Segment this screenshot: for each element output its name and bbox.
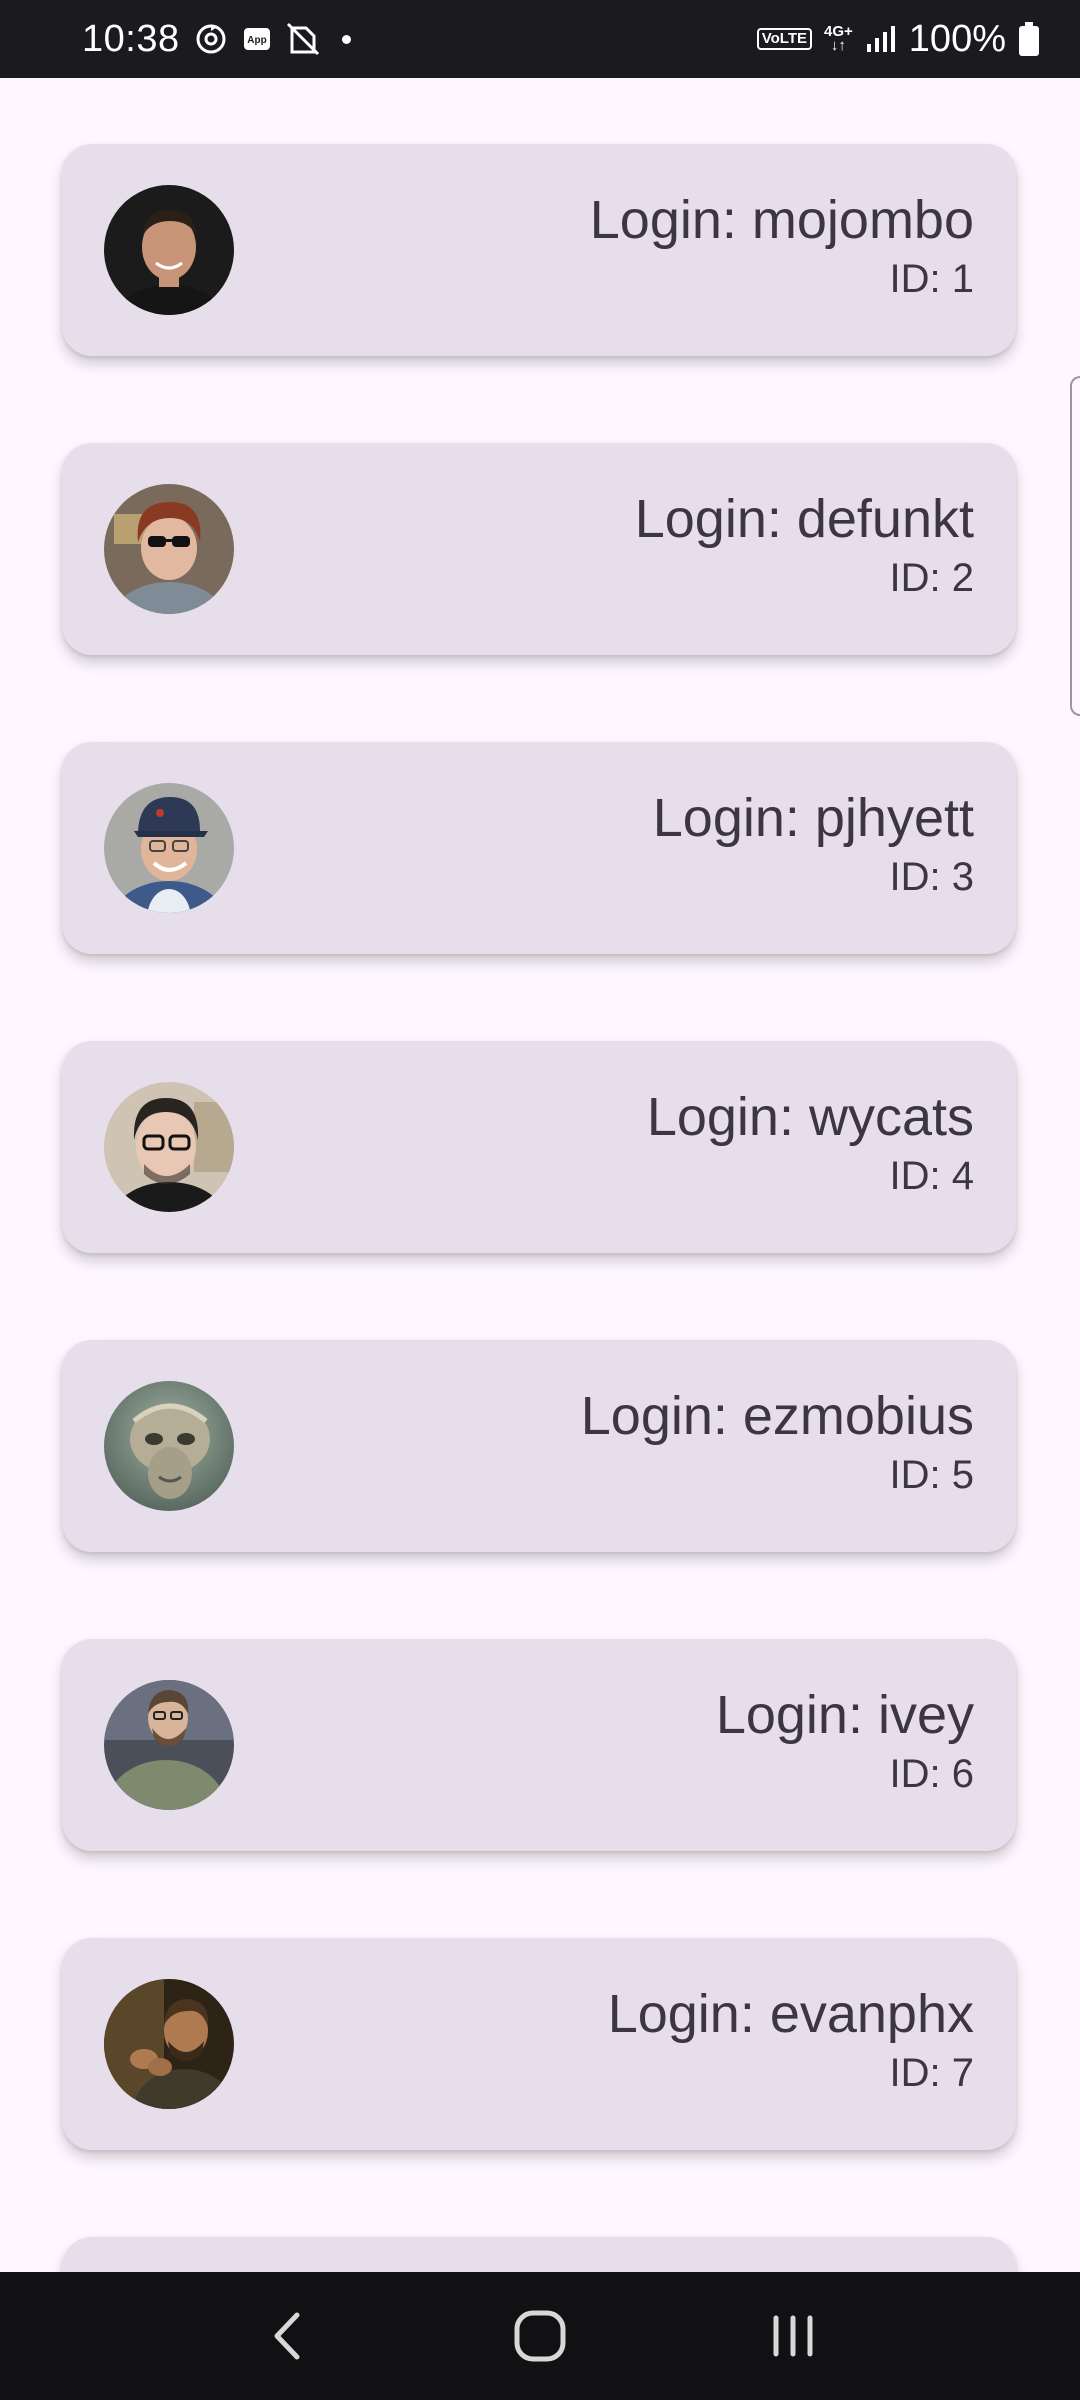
user-card[interactable]: Login: defunkt ID: 2: [62, 443, 1016, 655]
login-label: Login: ezmobius: [580, 1386, 974, 1446]
avatar: [104, 185, 234, 315]
login-label: Login: wycats: [646, 1087, 974, 1147]
home-button[interactable]: [495, 2291, 585, 2381]
user-card[interactable]: Login: ezmobius ID: 5: [62, 1340, 1016, 1552]
sync-icon: [194, 22, 228, 56]
id-label: ID: 5: [889, 1453, 974, 1497]
user-card[interactable]: Login: pjhyett ID: 3: [62, 742, 1016, 954]
login-label: Login: defunkt: [634, 489, 974, 549]
user-card[interactable]: Login: evanphx ID: 7: [62, 1938, 1016, 2150]
home-icon: [514, 2310, 566, 2362]
user-card-text: Login: evanphx ID: 7: [608, 1982, 974, 2098]
id-label: ID: 1: [889, 257, 974, 301]
signal-icon: [865, 24, 897, 54]
user-card-text: Login: mojombo ID: 1: [590, 188, 974, 304]
user-card-text: Login: pjhyett ID: 3: [653, 786, 974, 902]
login-label: Login: evanphx: [607, 1984, 974, 2044]
id-label: ID: 4: [889, 1154, 974, 1198]
battery-icon: [1018, 21, 1040, 57]
app-notification-icon: App: [242, 24, 272, 54]
volte-icon: VoLTE: [756, 28, 813, 50]
avatar: [104, 1680, 234, 1810]
user-card[interactable]: Login: mojombo ID: 1: [62, 144, 1016, 356]
avatar: [104, 783, 234, 913]
avatar: [104, 1082, 234, 1212]
id-label: ID: 2: [889, 556, 974, 600]
notification-dot-icon: [341, 34, 351, 44]
status-bar: 10:38 App VoLTE 4G+ ↓↑ 100%: [0, 0, 1080, 78]
recents-icon: [773, 2315, 813, 2357]
status-left-icons: App: [194, 22, 351, 56]
user-list[interactable]: Login: mojombo ID: 1 Login: defunkt ID: …: [0, 78, 1080, 2272]
user-card-partial[interactable]: [62, 2237, 1016, 2272]
svg-text:App: App: [247, 35, 266, 46]
no-sim-icon: [286, 22, 322, 56]
status-right-icons: VoLTE 4G+ ↓↑ 100%: [756, 17, 1040, 61]
battery-percent: 100%: [908, 17, 1006, 60]
login-label: Login: pjhyett: [652, 788, 974, 848]
id-label: ID: 7: [889, 2051, 974, 2095]
login-label: Login: ivey: [715, 1685, 974, 1745]
back-icon: [274, 2312, 300, 2360]
user-card[interactable]: Login: wycats ID: 4: [62, 1041, 1016, 1253]
back-button[interactable]: [242, 2291, 332, 2381]
user-card-text: Login: ivey ID: 6: [716, 1683, 974, 1799]
scrollbar-thumb[interactable]: [1070, 376, 1080, 716]
network-4g-icon: 4G+ ↓↑: [824, 23, 853, 54]
id-label: ID: 3: [889, 855, 974, 899]
user-card[interactable]: Login: ivey ID: 6: [62, 1639, 1016, 1851]
recents-button[interactable]: [748, 2291, 838, 2381]
id-label: ID: 6: [889, 1752, 974, 1796]
avatar: [104, 1979, 234, 2109]
user-card-text: Login: ezmobius ID: 5: [581, 1384, 974, 1500]
navigation-bar: [0, 2272, 1080, 2400]
avatar: [104, 1381, 234, 1511]
login-label: Login: mojombo: [589, 190, 974, 250]
network-label: 4G+: [824, 23, 853, 40]
status-time: 10:38: [82, 17, 180, 60]
user-card-text: Login: defunkt ID: 2: [635, 487, 974, 603]
avatar: [104, 484, 234, 614]
user-card-text: Login: wycats ID: 4: [647, 1085, 974, 1201]
